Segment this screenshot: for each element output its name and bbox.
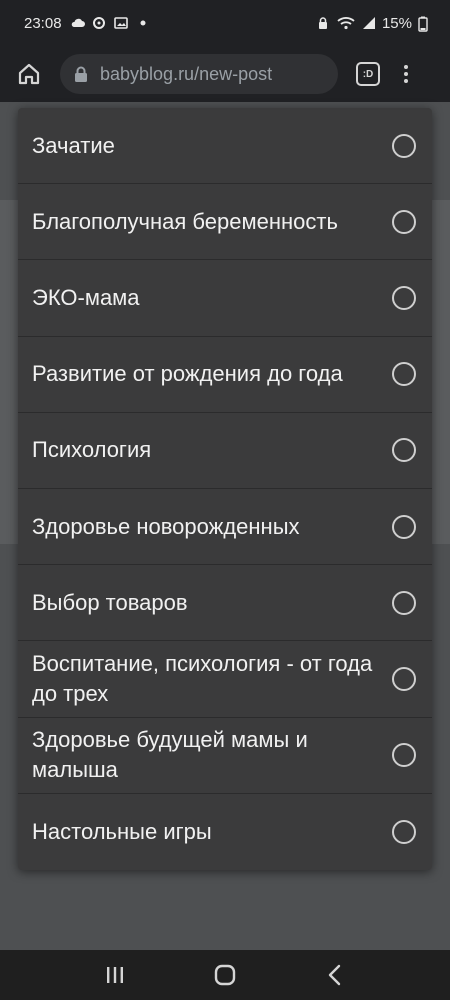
status-time: 23:08 bbox=[24, 14, 62, 32]
option-label: ЭКО-мама bbox=[32, 284, 140, 310]
image-icon bbox=[113, 16, 128, 30]
alarm-lock-icon bbox=[316, 16, 330, 30]
option-item[interactable]: Благополучная беременность bbox=[18, 184, 432, 261]
status-left: 23:08 bbox=[24, 15, 150, 32]
option-item[interactable]: Психология bbox=[18, 413, 432, 489]
home-nav-icon bbox=[214, 964, 236, 986]
category-select-dialog: Зачатие Благополучная беременность ЭКО-м… bbox=[18, 108, 432, 870]
home-icon bbox=[18, 63, 40, 85]
radio-button[interactable] bbox=[392, 133, 416, 158]
address-bar[interactable]: babyblog.ru/new-post bbox=[60, 54, 338, 94]
option-item[interactable]: ЭКО-мама bbox=[18, 260, 432, 337]
navigation-bar bbox=[0, 950, 450, 1000]
screen: 23:08 15% babyblog.ru/new-post:D Зачати… bbox=[0, 0, 450, 1000]
more-vert-icon[interactable] bbox=[400, 62, 412, 86]
home-nav-button[interactable] bbox=[205, 955, 245, 995]
status-right: 15% bbox=[316, 15, 428, 32]
tab-switcher-button[interactable]: :D bbox=[356, 62, 380, 86]
status-bar: 23:08 15% bbox=[0, 0, 450, 46]
dot-icon bbox=[136, 16, 150, 30]
url-text: babyblog.ru/new-post bbox=[100, 63, 273, 84]
cloud-icon bbox=[70, 16, 85, 30]
radio-button[interactable] bbox=[392, 362, 416, 387]
option-label: Зачатие bbox=[32, 132, 115, 158]
option-item[interactable]: Здоровье будущей мамы и малыша bbox=[18, 718, 432, 794]
radio-button[interactable] bbox=[392, 209, 416, 234]
option-item[interactable]: Здоровье новорожденных bbox=[18, 489, 432, 566]
browser-toolbar: babyblog.ru/new-post :D bbox=[0, 46, 450, 102]
option-item[interactable]: Воспитание, психология - от года до трех bbox=[18, 641, 432, 718]
option-label: Здоровье новорожденных bbox=[32, 513, 300, 539]
option-item[interactable]: Зачатие bbox=[18, 108, 432, 185]
battery-percent: 15% bbox=[381, 14, 412, 32]
recents-button[interactable] bbox=[95, 955, 135, 995]
recents-icon bbox=[107, 967, 123, 983]
option-label: Развитие от рождения до года bbox=[32, 361, 343, 387]
wifi-icon bbox=[336, 16, 356, 30]
option-label: Здоровье будущей мамы и малыша bbox=[32, 727, 308, 783]
home-button[interactable] bbox=[12, 57, 46, 91]
option-item[interactable]: Развитие от рождения до года bbox=[18, 337, 432, 413]
radio-button[interactable] bbox=[392, 285, 416, 310]
battery-icon bbox=[418, 16, 428, 32]
lock-icon bbox=[75, 66, 87, 82]
radio-button[interactable] bbox=[392, 743, 416, 768]
option-label: Настольные игры bbox=[32, 818, 212, 844]
back-icon bbox=[328, 964, 341, 986]
option-item[interactable]: Выбор товаров bbox=[18, 565, 432, 642]
option-label: Благополучная беременность bbox=[32, 208, 338, 234]
option-label: Выбор товаров bbox=[32, 589, 188, 615]
signal-icon bbox=[362, 16, 376, 30]
radio-button[interactable] bbox=[392, 819, 416, 844]
sync-icon bbox=[92, 16, 106, 30]
radio-button[interactable] bbox=[392, 666, 416, 691]
option-item[interactable]: Настольные игры bbox=[18, 794, 432, 870]
option-label: Воспитание, психология - от года до трех bbox=[32, 650, 373, 706]
option-label: Психология bbox=[32, 437, 152, 463]
back-button[interactable] bbox=[315, 955, 355, 995]
radio-button[interactable] bbox=[392, 514, 416, 539]
radio-button[interactable] bbox=[392, 438, 416, 463]
radio-button[interactable] bbox=[392, 590, 416, 615]
